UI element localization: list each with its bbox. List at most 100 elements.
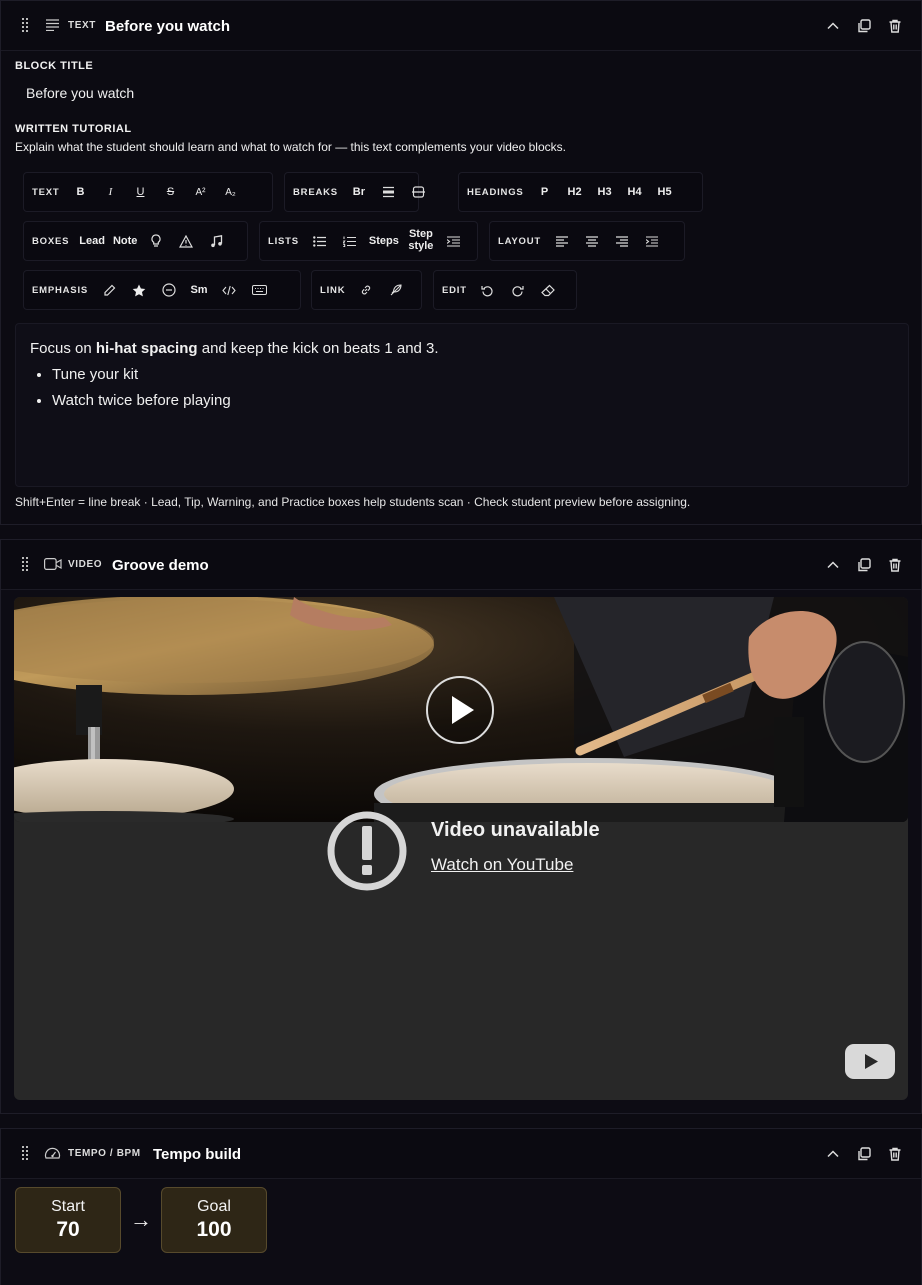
block-type-label: VIDEO	[68, 559, 103, 570]
underline-button[interactable]: U	[125, 178, 155, 206]
heading5-button[interactable]: H5	[650, 178, 680, 206]
gauge-icon	[44, 1147, 61, 1159]
tempo-goal-value: 100	[196, 1218, 232, 1241]
unlink-feather-icon[interactable]	[381, 276, 411, 304]
toolbar-group-edit: EDIT	[433, 270, 577, 310]
superscript-button[interactable]: A²	[185, 178, 215, 206]
star-icon[interactable]	[124, 276, 154, 304]
small-text-button[interactable]: Sm	[184, 276, 214, 304]
align-left-icon[interactable]	[547, 227, 577, 255]
eraser-icon[interactable]	[533, 276, 563, 304]
youtube-logo-icon[interactable]	[845, 1044, 895, 1079]
toolbar-group-breaks: BREAKS Br	[284, 172, 426, 212]
toolbar-group-label: EMPHASIS	[32, 284, 89, 296]
list-item: Tune your kit	[52, 366, 894, 383]
toolbar-group-text: TEXT B I U S A² A₂	[23, 172, 273, 212]
step-style-button[interactable]: Step style	[403, 227, 439, 255]
subscript-button[interactable]: A₂	[215, 178, 245, 206]
drag-handle-icon[interactable]	[22, 18, 28, 32]
trash-icon[interactable]	[887, 1146, 903, 1162]
indent-list-icon[interactable]	[439, 227, 469, 255]
undo-icon[interactable]	[473, 276, 503, 304]
editor-hint: Shift+Enter = line break · Lead, Tip, Wa…	[15, 495, 691, 509]
link-icon[interactable]	[351, 276, 381, 304]
tempo-goal-label: Goal	[197, 1198, 231, 1215]
highlighter-icon[interactable]	[94, 276, 124, 304]
indent-icon[interactable]	[637, 227, 667, 255]
arrow-right-icon: →	[130, 1207, 152, 1232]
toolbar-group-link: LINK	[311, 270, 422, 310]
rich-text-editor[interactable]: Focus on hi-hat spacing and keep the kic…	[15, 323, 909, 487]
play-button[interactable]	[426, 676, 494, 744]
bullet-list-icon[interactable]	[305, 227, 335, 255]
toolbar-group-emphasis: EMPHASIS Sm	[23, 270, 301, 310]
trash-icon[interactable]	[887, 557, 903, 573]
heading3-button[interactable]: H3	[590, 178, 620, 206]
block-title-label: BLOCK TITLE	[15, 60, 94, 72]
minus-circle-icon[interactable]	[154, 276, 184, 304]
drag-handle-icon[interactable]	[22, 557, 28, 571]
duplicate-icon[interactable]	[856, 18, 872, 34]
tempo-start-card: Start 70	[15, 1187, 121, 1253]
video-camera-icon	[44, 558, 62, 570]
toolbar-group-label: HEADINGS	[467, 186, 524, 198]
music-note-icon[interactable]	[201, 227, 231, 255]
toolbar-group-label: EDIT	[442, 284, 467, 296]
written-tutorial-label: WRITTEN TUTORIAL	[15, 123, 132, 135]
chevron-up-icon[interactable]	[825, 1146, 841, 1162]
video-unavailable-title: Video unavailable	[431, 819, 600, 841]
bold-button[interactable]: B	[65, 178, 95, 206]
block-title: Groove demo	[112, 557, 209, 574]
video-embed[interactable]: Video unavailable Watch on YouTube	[14, 597, 908, 1100]
block-title: Tempo build	[153, 1146, 242, 1163]
toolbar-group-label: BREAKS	[293, 186, 338, 198]
chevron-up-icon[interactable]	[825, 557, 841, 573]
video-block-header: VIDEO Groove demo	[1, 540, 921, 590]
chevron-up-icon[interactable]	[825, 18, 841, 34]
italic-button[interactable]: I	[95, 178, 125, 206]
numbered-list-icon[interactable]	[335, 227, 365, 255]
paragraph-button[interactable]: P	[530, 178, 560, 206]
lightbulb-icon[interactable]	[141, 227, 171, 255]
horizontal-rule-icon[interactable]	[374, 178, 404, 206]
block-title-input[interactable]: Before you watch	[15, 79, 909, 107]
toolbar-group-label: LISTS	[268, 235, 299, 247]
watch-on-youtube-link[interactable]: Watch on YouTube	[431, 855, 573, 875]
warning-circle-icon	[327, 811, 407, 891]
list-item: Watch twice before playing	[52, 392, 894, 409]
video-thumbnail[interactable]	[14, 597, 908, 822]
heading4-button[interactable]: H4	[620, 178, 650, 206]
tempo-start-value: 70	[56, 1218, 80, 1241]
page-break-icon[interactable]	[404, 178, 434, 206]
heading2-button[interactable]: H2	[560, 178, 590, 206]
toolbar-group-lists: LISTS Steps Step style	[259, 221, 478, 261]
trash-icon[interactable]	[887, 18, 903, 34]
note-box-button[interactable]: Note	[109, 227, 141, 255]
lead-box-button[interactable]: Lead	[75, 227, 109, 255]
toolbar-group-label: LINK	[320, 284, 346, 296]
keyboard-icon[interactable]	[244, 276, 274, 304]
block-type-label: TEMPO / BPM	[68, 1148, 141, 1159]
block-type-label: TEXT	[68, 20, 96, 31]
editor-paragraph: Focus on hi-hat spacing and keep the kic…	[30, 340, 439, 357]
align-center-icon[interactable]	[577, 227, 607, 255]
tempo-start-label: Start	[51, 1198, 85, 1215]
editor-bullet-list: Tune your kit Watch twice before playing	[52, 366, 894, 409]
written-tutorial-help: Explain what the student should learn an…	[15, 140, 566, 154]
duplicate-icon[interactable]	[856, 557, 872, 573]
toolbar-group-layout: LAYOUT	[489, 221, 685, 261]
redo-icon[interactable]	[503, 276, 533, 304]
toolbar-group-label: BOXES	[32, 235, 70, 247]
drag-handle-icon[interactable]	[22, 1146, 28, 1160]
strikethrough-button[interactable]: S	[155, 178, 185, 206]
text-block-header: TEXT Before you watch	[1, 1, 921, 51]
toolbar-group-headings: HEADINGS P H2 H3 H4 H5	[458, 172, 703, 212]
duplicate-icon[interactable]	[856, 1146, 872, 1162]
line-break-button[interactable]: Br	[344, 178, 374, 206]
align-right-icon[interactable]	[607, 227, 637, 255]
tempo-block-header: TEMPO / BPM Tempo build	[1, 1129, 921, 1179]
toolbar-group-label: LAYOUT	[498, 235, 541, 247]
warning-icon[interactable]	[171, 227, 201, 255]
steps-button[interactable]: Steps	[365, 227, 403, 255]
code-icon[interactable]	[214, 276, 244, 304]
